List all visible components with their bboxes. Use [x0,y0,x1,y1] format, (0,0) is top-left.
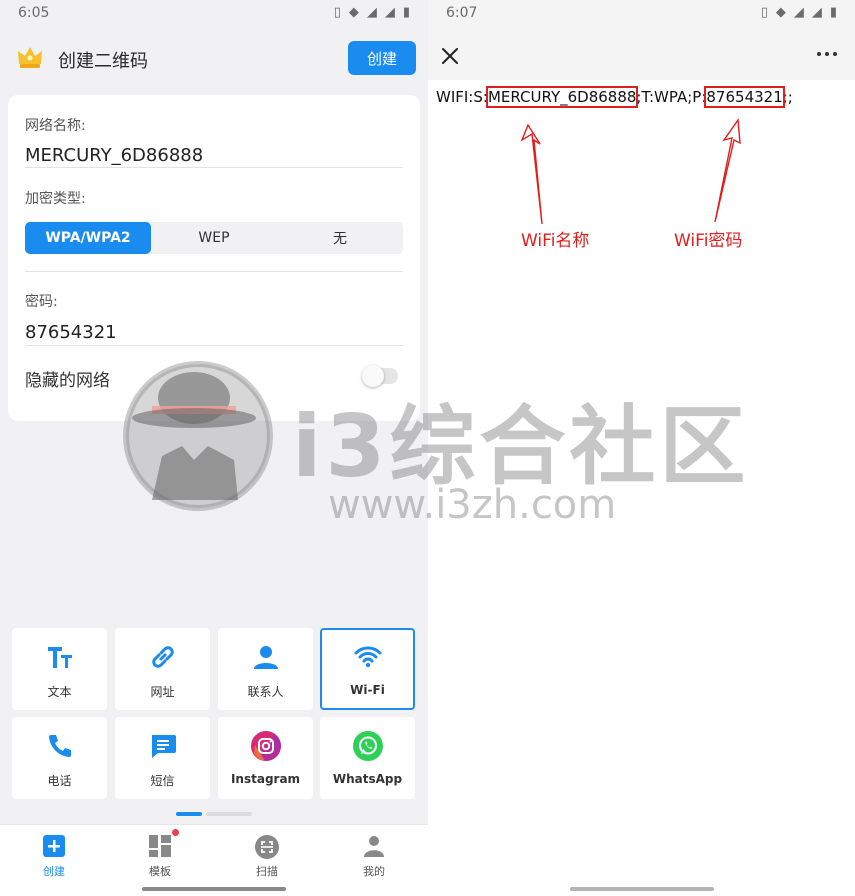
instagram-icon [250,731,281,761]
type-tile-label: Wi-Fi [350,683,385,697]
type-tile-instagram[interactable]: Instagram [218,717,313,799]
annotation-password: WiFi密码 [674,231,743,251]
annotation-ssid: WiFi名称 [521,231,590,251]
type-tile-label: 文本 [47,685,72,699]
home-indicator [570,887,714,891]
encryption-option-wep[interactable]: WEP [151,222,277,254]
password-label: 密码: [25,294,58,310]
page-dot [206,812,252,816]
nav-label: 创建 [43,865,65,878]
sms-icon [151,735,176,758]
annotation-arrows [520,118,741,225]
nav-label: 扫描 [256,865,278,878]
type-tile-label: 网址 [150,685,175,699]
status-time: 6:05 [18,5,50,21]
type-tile-wifi[interactable]: Wi-Fi [320,628,415,710]
status-icons: ▯ ◆ ◢ ◢ ▮ [334,5,410,20]
type-tile-label: WhatsApp [332,772,403,786]
type-tile-sms[interactable]: 短信 [115,717,210,799]
scan-icon [255,835,279,859]
create-qr-screen: 6:05 ▯ ◆ ◢ ◢ ▮ 创建二维码 创建 网络名称: MERCURY_6D… [0,0,428,896]
type-tile-url[interactable]: 网址 [115,628,210,710]
divider [25,345,403,346]
notification-badge [172,829,179,836]
page-title: 创建二维码 [58,51,148,72]
page-dot-active [176,812,202,816]
type-tile-text[interactable]: 文本 [12,628,107,710]
template-icon [149,835,171,857]
type-tile-label: 短信 [150,774,175,788]
status-bar: 6:05 ▯ ◆ ◢ ◢ ▮ [0,0,428,28]
arrow-ssid [520,123,543,225]
password-input[interactable]: 87654321 [25,322,117,343]
type-tile-contact[interactable]: 联系人 [218,628,313,710]
profile-icon [364,836,384,857]
network-name-input[interactable]: MERCURY_6D86888 [25,145,203,166]
type-tile-label: 电话 [47,774,72,788]
nav-scan[interactable]: 扫描 [237,835,297,879]
type-tile-whatsapp[interactable]: WhatsApp [320,717,415,799]
phone-icon [48,735,71,757]
cell-signal-icon: ◢ [366,5,377,20]
scan-result-screen: 6:07 ▯ ◆ ◢ ◢ ▮ WIFI:S:MERCURY_6D86888;T:… [428,0,855,896]
plus-icon [43,835,65,857]
divider [25,167,403,168]
hidden-network-label: 隐藏的网络 [25,371,110,391]
divider [25,271,403,272]
encryption-segmented-control: WPA/WPA2 WEP 无 [25,222,403,254]
nav-profile[interactable]: 我的 [344,835,404,879]
vibrate-icon: ▯ [333,5,341,20]
nav-templates[interactable]: 模板 [130,829,190,879]
text-icon [47,647,72,668]
encryption-option-wpa[interactable]: WPA/WPA2 [25,222,151,254]
home-indicator [142,887,286,891]
link-icon [151,646,174,668]
page-indicator [176,812,252,816]
top-bar: 创建二维码 创建 [0,30,428,88]
crown-icon [18,47,42,68]
whatsapp-icon [352,731,383,761]
nav-label: 模板 [149,865,171,878]
type-tile-label: 联系人 [247,685,284,699]
type-tile-phone[interactable]: 电话 [12,717,107,799]
contact-icon [253,646,278,669]
create-button[interactable]: 创建 [348,41,416,75]
nav-create[interactable]: 创建 [24,835,84,879]
arrow-password [714,118,741,223]
network-name-label: 网络名称: [25,118,86,134]
cell-signal-2-icon: ◢ [384,5,395,20]
encryption-option-none[interactable]: 无 [277,222,403,254]
nav-label: 我的 [363,865,385,878]
hidden-network-toggle[interactable] [362,365,398,387]
toggle-knob [362,365,384,387]
wifi-signal-icon: ◆ [348,5,359,20]
wifi-form-card: 网络名称: MERCURY_6D86888 加密类型: WPA/WPA2 WEP… [8,95,420,421]
wifi-icon [354,646,381,668]
type-tile-label: Instagram [230,772,301,786]
encryption-label: 加密类型: [25,191,86,207]
battery-icon: ▮ [402,5,410,20]
bottom-navigation: 创建 模板 扫描 我的 [0,824,428,896]
